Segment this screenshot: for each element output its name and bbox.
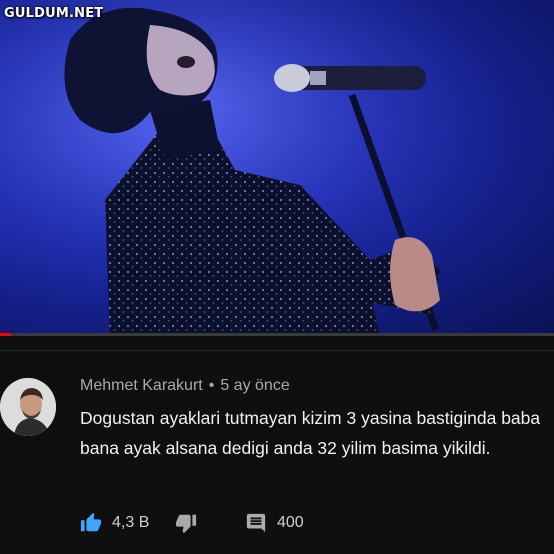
section-divider: [0, 350, 554, 351]
video-progress-fill: [0, 333, 12, 336]
video-scene: [0, 0, 554, 336]
header-separator: •: [208, 377, 215, 394]
video-progress-bar[interactable]: [0, 333, 554, 336]
like-count: 4,3 B: [112, 514, 150, 531]
avatar[interactable]: [0, 378, 56, 436]
video-thumbnail[interactable]: GULDUM.NET: [0, 0, 554, 336]
avatar-image: [0, 378, 56, 436]
comment-text: Dogustan ayaklari tutmayan kizim 3 yasin…: [80, 408, 541, 458]
comment-header: Mehmet Karakurt • 5 ay önce: [80, 377, 290, 395]
comment-author[interactable]: Mehmet Karakurt: [80, 377, 203, 394]
thumbs-down-icon: [175, 514, 197, 534]
watermark-logo: GULDUM.NET: [4, 6, 104, 21]
comment-actions: 4,3 B 400: [80, 510, 380, 536]
comment-timestamp[interactable]: 5 ay önce: [220, 377, 289, 394]
like-button[interactable]: 4,3 B: [80, 510, 149, 536]
reply-count: 400: [277, 514, 304, 531]
dislike-button[interactable]: [175, 510, 197, 536]
comment-icon: [246, 513, 266, 533]
reply-button[interactable]: 400: [245, 510, 304, 536]
thumbs-up-icon: [80, 512, 102, 532]
